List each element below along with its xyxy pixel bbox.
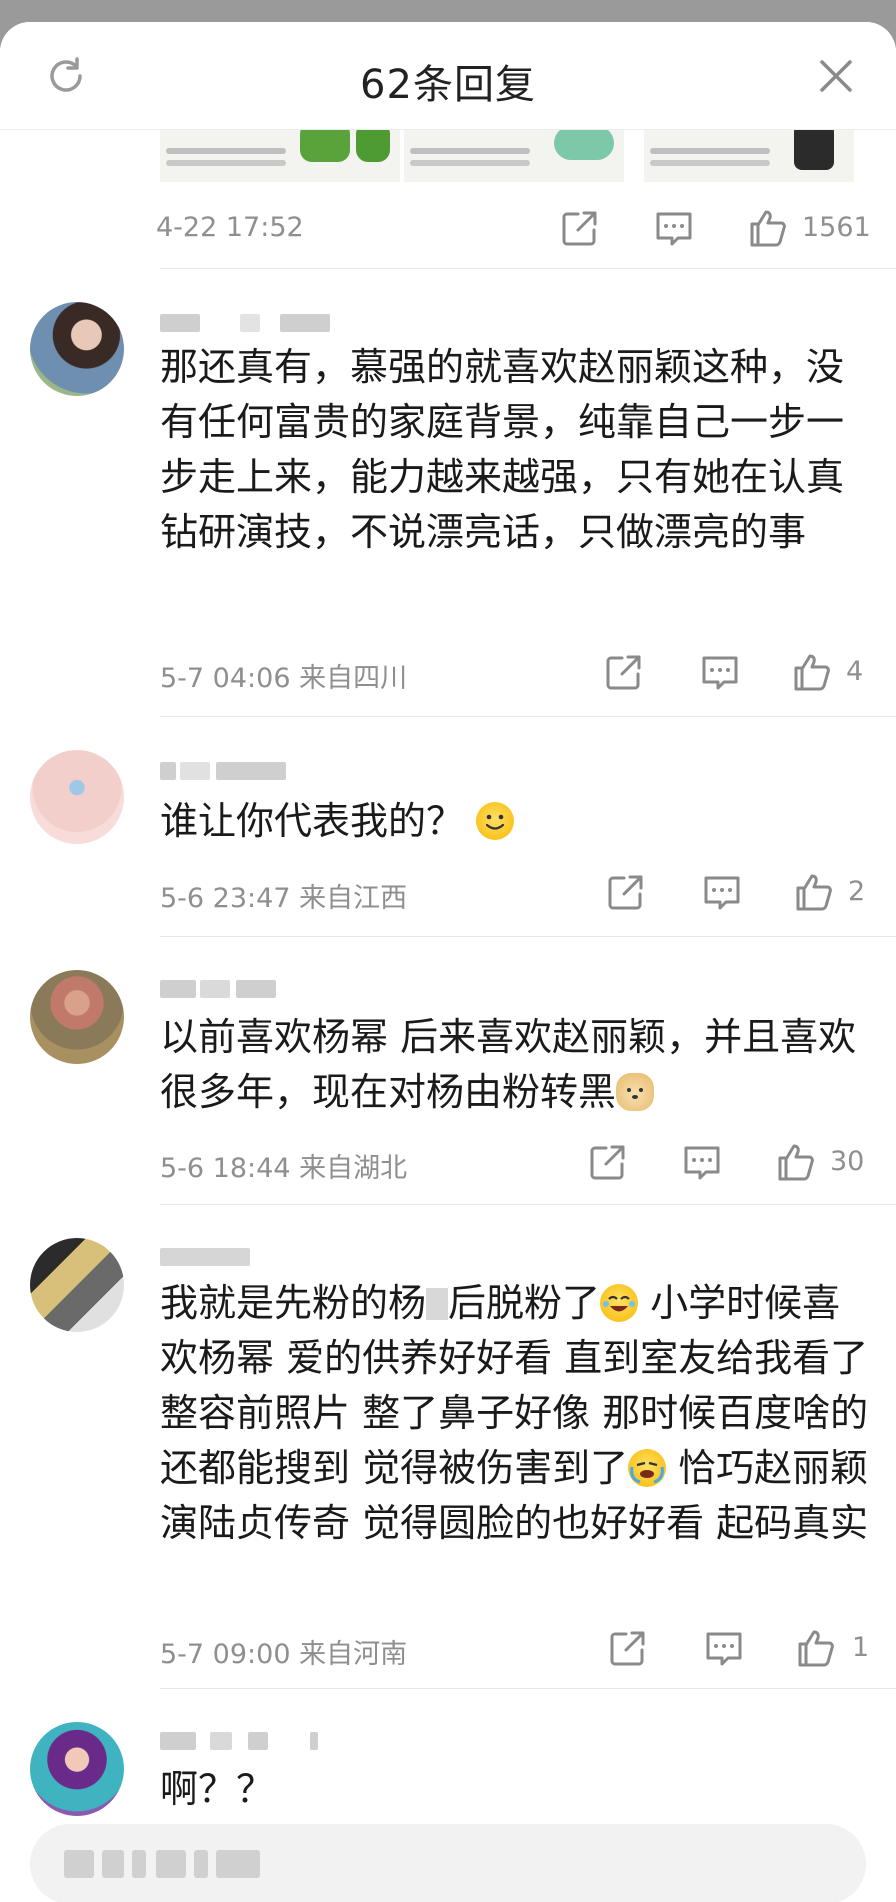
avatar[interactable] <box>30 1722 124 1816</box>
comment-time: 5-7 04:06 <box>160 663 291 694</box>
comment-icon[interactable] <box>680 1140 724 1184</box>
comment-text: 谁让你代表我的？ <box>160 794 876 849</box>
like-count: 1561 <box>802 212 871 243</box>
comment-meta: 5-7 04:06 来自四川 4 <box>0 642 896 702</box>
comment-icon[interactable] <box>652 206 696 250</box>
share-icon[interactable] <box>586 1140 630 1184</box>
like-count: 30 <box>830 1146 865 1177</box>
reply-sheet: 62条回复 4-22 17:52 1561 那还真有，慕强的就喜欢赵丽颖这种，没… <box>0 22 896 1902</box>
like-count: 1 <box>852 1632 870 1663</box>
blurred-text <box>426 1288 449 1320</box>
comment-location: 来自河南 <box>299 1639 408 1670</box>
laughing-tears-emoji-icon <box>600 1284 639 1322</box>
comment-icon[interactable] <box>698 650 742 694</box>
image-thumbnail[interactable] <box>644 130 854 182</box>
comment-location: 来自四川 <box>299 663 408 694</box>
image-thumbnail[interactable] <box>160 130 400 182</box>
previous-comment-images[interactable] <box>0 130 896 184</box>
comment-item: 我就是先粉的杨 后脱粉了 小学时候喜欢杨幂 爱的供养好好看 直到室友给我看了整容前… <box>0 1204 896 1688</box>
like-icon[interactable] <box>746 206 790 250</box>
comment-item: 那还真有，慕强的就喜欢赵丽颖这种，没有任何富贵的家庭背景，纯靠自己一步一步走上来… <box>0 268 896 716</box>
comment-time: 5-7 09:00 <box>160 1639 291 1670</box>
comment-meta: 5-6 18:44 来自湖北 30 <box>0 1132 896 1192</box>
comment-icon[interactable] <box>702 1626 746 1670</box>
share-icon[interactable] <box>602 650 646 694</box>
close-icon[interactable] <box>816 56 856 96</box>
like-icon[interactable] <box>794 1626 838 1670</box>
like-count: 4 <box>846 656 864 687</box>
comment-icon[interactable] <box>700 870 744 914</box>
image-thumbnail[interactable] <box>404 130 624 182</box>
smile-emoji-icon <box>476 802 515 840</box>
comment-location: 来自江西 <box>299 883 408 914</box>
share-icon[interactable] <box>606 1626 650 1670</box>
comment-text: 啊？？ <box>160 1767 275 1811</box>
comment-item: 谁让你代表我的？ 5-6 23:47 来自江西 2 <box>0 716 896 936</box>
page-title: 62条回复 <box>360 62 536 108</box>
doge-emoji-icon <box>616 1073 655 1111</box>
avatar[interactable] <box>30 970 124 1064</box>
comment-meta: 5-7 09:00 来自河南 1 <box>0 1618 896 1678</box>
comment-text: 以前喜欢杨幂 后来喜欢赵丽颖，并且喜欢很多年，现在对杨由粉转黑 <box>160 1015 857 1114</box>
comment-meta: 5-6 23:47 来自江西 2 <box>0 862 896 922</box>
comment-item: 以前喜欢杨幂 后来喜欢赵丽颖，并且喜欢很多年，现在对杨由粉转黑 5-6 18:4… <box>0 936 896 1204</box>
avatar[interactable] <box>30 1238 124 1332</box>
comment-text: 我就是先粉的杨 后脱粉了 小学时候喜欢杨幂 爱的供养好好看 直到室友给我看了整容前… <box>160 1281 869 1545</box>
share-icon[interactable] <box>558 206 602 250</box>
comment-time: 4-22 17:52 <box>156 212 304 243</box>
previous-comment-meta: 4-22 17:52 1561 <box>0 198 896 258</box>
share-icon[interactable] <box>604 870 648 914</box>
crying-laughing-emoji-icon <box>628 1449 667 1487</box>
reply-input-placeholder-blurred <box>64 1850 274 1878</box>
reply-input[interactable] <box>30 1824 866 1902</box>
comment-time: 5-6 18:44 <box>160 1153 291 1184</box>
comment-item: 啊？？ <box>0 1688 896 1838</box>
comment-location: 来自湖北 <box>299 1153 408 1184</box>
comment-text: 那还真有，慕强的就喜欢赵丽颖这种，没有任何富贵的家庭背景，纯靠自己一步一步走上来… <box>160 345 845 554</box>
like-icon[interactable] <box>790 650 834 694</box>
like-icon[interactable] <box>774 1140 818 1184</box>
like-icon[interactable] <box>792 870 836 914</box>
comment-time: 5-6 23:47 <box>160 883 291 914</box>
avatar[interactable] <box>30 302 124 396</box>
like-count: 2 <box>848 876 866 907</box>
avatar[interactable] <box>30 750 124 844</box>
sheet-header: 62条回复 <box>0 22 896 130</box>
